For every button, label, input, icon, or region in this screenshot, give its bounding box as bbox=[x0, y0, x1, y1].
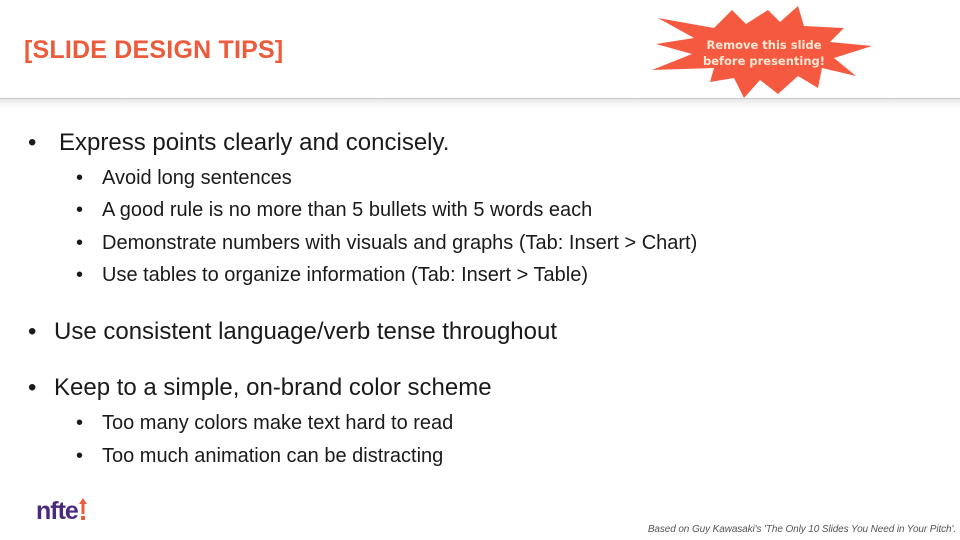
bullet-text: Too much animation can be distracting bbox=[102, 445, 444, 467]
bullet-text: Keep to a simple, on-brand color scheme bbox=[54, 374, 492, 401]
bullet-marker: • bbox=[76, 232, 84, 254]
attribution-note: Based on Guy Kawasaki's 'The Only 10 Sli… bbox=[647, 524, 956, 535]
bullet-text: Avoid long sentences bbox=[102, 167, 292, 189]
bullet-marker: • bbox=[76, 445, 84, 467]
header-divider bbox=[0, 99, 960, 109]
starburst-line-1: Remove this slide bbox=[706, 38, 822, 52]
bullet-marker: • bbox=[28, 129, 37, 156]
bullet-text: Use tables to organize information (Tab:… bbox=[102, 264, 588, 286]
bullet-text: Too many colors make text hard to read bbox=[102, 412, 454, 434]
logo-text: nfte bbox=[36, 497, 79, 525]
bullet-text: Use consistent language/verb tense throu… bbox=[54, 318, 558, 345]
remove-slide-starburst: Remove this slide before presenting! bbox=[648, 4, 880, 100]
bullet-marker: • bbox=[76, 412, 84, 434]
bullet-marker: • bbox=[28, 318, 37, 345]
starburst-line-2: before presenting! bbox=[702, 54, 826, 68]
bullet-marker: • bbox=[76, 264, 84, 286]
nfte-logo: nfte bbox=[36, 497, 87, 527]
starburst-text: Remove this slide before presenting! bbox=[700, 37, 828, 69]
bullet-text: A good rule is no more than 5 bullets wi… bbox=[102, 199, 593, 221]
slide-title: [SLIDE DESIGN TIPS] bbox=[24, 36, 284, 64]
logo-arrow-icon bbox=[78, 498, 87, 522]
bullet-marker: • bbox=[76, 199, 84, 221]
bullet-marker: • bbox=[28, 374, 37, 401]
bullet-marker: • bbox=[76, 167, 84, 189]
bullet-text: Express points clearly and concisely. bbox=[59, 129, 450, 156]
bullet-text: Demonstrate numbers with visuals and gra… bbox=[102, 232, 698, 254]
